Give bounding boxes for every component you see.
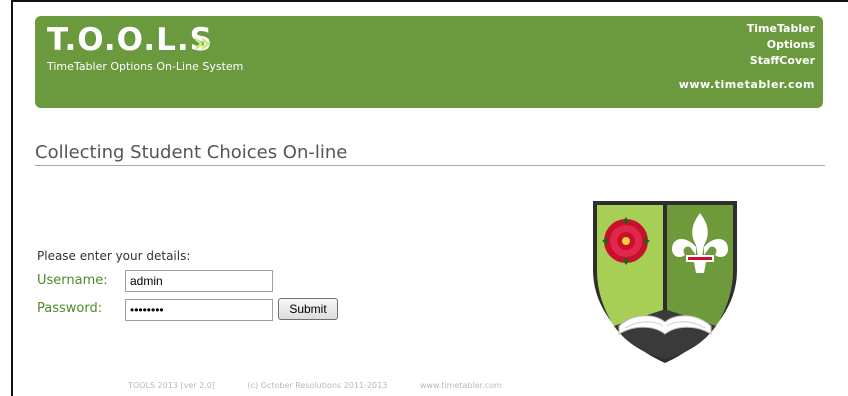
nav-link-timetabler[interactable]: TimeTabler — [747, 21, 815, 37]
double-chevron-right-icon: » — [193, 26, 212, 59]
header-banner: T.O.O.L.S » TimeTabler Options On-Line S… — [35, 16, 823, 108]
app-logo-title: T.O.O.L.S — [47, 22, 213, 58]
submit-button[interactable]: Submit — [278, 298, 338, 320]
footer-copyright: (c) October Resolutions 2011-2013 — [247, 381, 388, 390]
password-input[interactable] — [125, 299, 273, 321]
footer-url[interactable]: www.timetabler.com — [420, 381, 502, 390]
form-intro-text: Please enter your details: — [37, 249, 191, 263]
window-border-left — [11, 0, 13, 396]
footer: TOOLS 2013 [ver 2.0] (c) October Resolut… — [128, 381, 532, 390]
nav-link-staffcover[interactable]: StaffCover — [747, 53, 815, 69]
username-input[interactable] — [125, 270, 273, 292]
window-border-top — [11, 0, 848, 2]
school-crest-icon — [593, 201, 737, 363]
nav-link-options[interactable]: Options — [747, 37, 815, 53]
app-logo-subtitle: TimeTabler Options On-Line System — [47, 60, 244, 73]
page-title: Collecting Student Choices On-line — [35, 142, 825, 166]
password-label: Password: — [37, 301, 103, 316]
username-label: Username: — [37, 273, 108, 288]
footer-version: TOOLS 2013 [ver 2.0] — [128, 381, 215, 390]
site-url-link[interactable]: www.timetabler.com — [679, 78, 815, 91]
header-nav: TimeTabler Options StaffCover — [747, 21, 815, 69]
